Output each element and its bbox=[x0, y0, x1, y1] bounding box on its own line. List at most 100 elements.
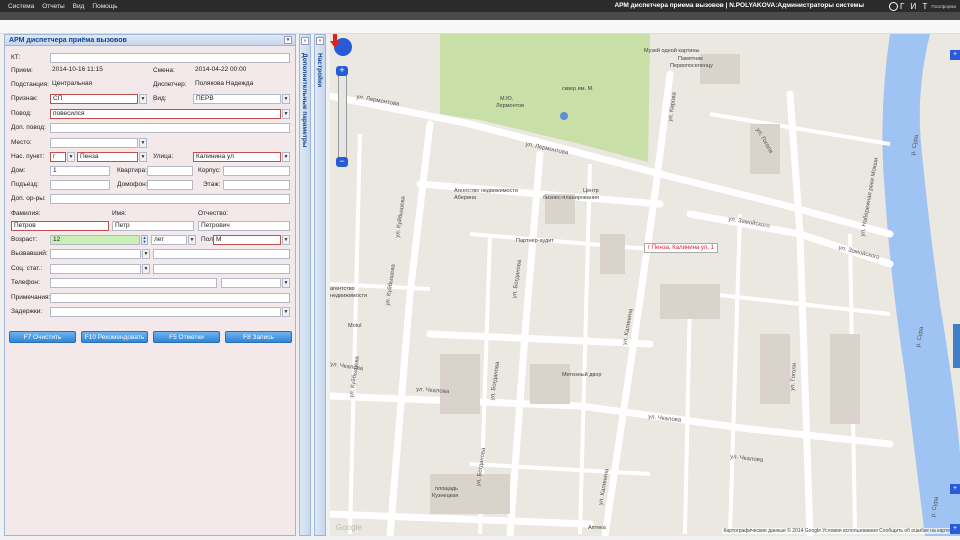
age-field[interactable]: 12 bbox=[50, 235, 140, 245]
map-edge-plus-top-icon[interactable]: + bbox=[950, 50, 960, 60]
intercom-label: Домофон: bbox=[117, 181, 148, 188]
label-square-2b: Кузнецкая bbox=[432, 493, 459, 499]
label-monument: Памятник bbox=[678, 56, 703, 62]
logo-subtext: Платформа bbox=[931, 3, 956, 9]
google-logo: Google bbox=[336, 523, 362, 532]
social-extra-field[interactable] bbox=[153, 264, 290, 274]
sex-select[interactable]: М bbox=[213, 235, 281, 245]
toolbar-strip bbox=[0, 12, 960, 20]
house-label: Дом: bbox=[11, 167, 26, 174]
reason-select[interactable]: повесился bbox=[50, 109, 281, 119]
menu-item-help[interactable]: Помощь bbox=[92, 3, 117, 10]
menu-item-reports[interactable]: Отчеты bbox=[42, 3, 64, 10]
caller-name-field[interactable] bbox=[153, 249, 290, 259]
river-sura bbox=[882, 34, 960, 536]
settings-expand-button[interactable]: » bbox=[316, 37, 324, 45]
delays-select[interactable] bbox=[50, 307, 281, 317]
panel-collapse-button[interactable]: « bbox=[284, 36, 292, 44]
map-copyright[interactable]: Картографические данные © 2014 Google Ус… bbox=[721, 528, 952, 534]
toolbar-strip-light bbox=[0, 20, 960, 34]
reason2-field[interactable] bbox=[50, 123, 290, 133]
extra-params-expand-button[interactable]: » bbox=[301, 37, 309, 45]
caller-dropdown-icon[interactable]: ▼ bbox=[142, 249, 150, 259]
marks-button[interactable]: F5 Отметки bbox=[153, 331, 220, 343]
logo-text: Г И Т bbox=[899, 1, 930, 11]
entrance-field[interactable] bbox=[50, 180, 110, 190]
age-spinner[interactable]: ▲ ▼ bbox=[141, 235, 148, 245]
menu-item-system[interactable]: Система bbox=[8, 3, 34, 10]
clear-button[interactable]: F7 Очистить bbox=[9, 331, 76, 343]
settings-tab[interactable]: » Настройки bbox=[314, 34, 326, 536]
label-agency-left: агентство bbox=[330, 286, 355, 292]
age-unit-dropdown-icon[interactable]: ▼ bbox=[188, 235, 196, 245]
logo-circle-icon bbox=[888, 1, 898, 11]
street-gogolya bbox=[786, 90, 814, 536]
settlement-type-select[interactable]: г bbox=[50, 152, 66, 162]
social-label: Соц. стат.: bbox=[11, 265, 43, 272]
settlement-type-dropdown-icon[interactable]: ▼ bbox=[67, 152, 75, 162]
phone-field[interactable] bbox=[50, 278, 217, 288]
reason-label: Повод: bbox=[11, 110, 32, 117]
apartment-field[interactable] bbox=[147, 166, 193, 176]
map-zoom-out-button[interactable]: − bbox=[336, 157, 348, 167]
age-unit-select[interactable]: лет bbox=[151, 235, 187, 245]
map-edge-plus-bottom2-icon[interactable]: + bbox=[950, 524, 960, 534]
house-field[interactable]: 1 bbox=[50, 166, 110, 176]
name-field[interactable]: Петр bbox=[112, 221, 194, 231]
landmarks-label: Доп. ор-ры: bbox=[11, 195, 46, 202]
main-menu: Система Отчеты Вид Помощь bbox=[0, 3, 118, 10]
dispatcher-label: Диспетчер: bbox=[153, 81, 187, 88]
street-label: Улица: bbox=[153, 153, 174, 160]
menu-item-view[interactable]: Вид bbox=[73, 3, 85, 10]
kind-dropdown-icon[interactable]: ▼ bbox=[282, 94, 290, 104]
panel-title: АРМ диспетчера приёма вызовов bbox=[9, 36, 127, 44]
map-zoom-in-button[interactable]: + bbox=[336, 66, 348, 76]
surname-field[interactable]: Петров bbox=[11, 221, 109, 231]
label-center-2: бизнес-планирования bbox=[543, 195, 599, 201]
label-pharmacy: Аптека bbox=[588, 525, 606, 531]
save-button[interactable]: F8 Запись bbox=[225, 331, 292, 343]
patronymic-label: Отчество: bbox=[198, 210, 229, 217]
social-dropdown-icon[interactable]: ▼ bbox=[142, 264, 150, 274]
place-dropdown-icon[interactable]: ▼ bbox=[139, 138, 147, 148]
map-zoom-slider[interactable] bbox=[338, 68, 347, 160]
building-field[interactable] bbox=[223, 166, 290, 176]
street-dropdown-icon[interactable]: ▼ bbox=[282, 152, 290, 162]
street-minor8 bbox=[348, 133, 362, 535]
panel-header: АРМ диспетчера приёма вызовов « bbox=[5, 35, 295, 46]
address-marker-icon[interactable] bbox=[330, 34, 340, 48]
top-menu-bar: Система Отчеты Вид Помощь АРМ диспетчера… bbox=[0, 0, 960, 12]
sign-select[interactable]: СП bbox=[50, 94, 138, 104]
floor-label: Этаж: bbox=[203, 181, 221, 188]
social-select[interactable] bbox=[50, 264, 141, 274]
kind-select[interactable]: ПЕРВ bbox=[193, 94, 281, 104]
settlement-select[interactable]: Пенза bbox=[77, 152, 138, 162]
label-metiz: Метизный двор bbox=[562, 372, 602, 378]
place-select[interactable] bbox=[50, 138, 138, 148]
label-partner: Партнер-аудит bbox=[516, 238, 554, 244]
reason-dropdown-icon[interactable]: ▼ bbox=[282, 109, 290, 119]
floor-field[interactable] bbox=[223, 180, 290, 190]
kt-field[interactable] bbox=[50, 53, 290, 63]
phone-type-dropdown-icon[interactable]: ▼ bbox=[282, 278, 290, 288]
extra-params-tab[interactable]: » Дополнительные параметры bbox=[299, 34, 311, 536]
caller-select[interactable] bbox=[50, 249, 141, 259]
map-view[interactable]: + − Музей одной картины Памятник Первопо… bbox=[330, 34, 960, 536]
street-minor1 bbox=[709, 112, 891, 146]
street-bogdanova bbox=[506, 150, 544, 536]
recommend-button[interactable]: F10 Рекомендовать bbox=[81, 331, 148, 343]
sign-dropdown-icon[interactable]: ▼ bbox=[139, 94, 147, 104]
map-side-handle[interactable] bbox=[953, 324, 960, 368]
street-minor5 bbox=[578, 163, 592, 535]
notes-field[interactable] bbox=[50, 293, 290, 303]
intercom-field[interactable] bbox=[147, 180, 193, 190]
phone-type-select[interactable] bbox=[221, 278, 281, 288]
map-edge-plus-bottom-icon[interactable]: + bbox=[950, 484, 960, 494]
settlement-dropdown-icon[interactable]: ▼ bbox=[139, 152, 147, 162]
landmarks-field[interactable] bbox=[50, 194, 290, 204]
patronymic-field[interactable]: Петрович bbox=[198, 221, 290, 231]
sex-dropdown-icon[interactable]: ▼ bbox=[282, 235, 290, 245]
street-select[interactable]: Калинина ул bbox=[193, 152, 281, 162]
delays-dropdown-icon[interactable]: ▼ bbox=[282, 307, 290, 317]
label-center: Центр bbox=[583, 188, 599, 194]
